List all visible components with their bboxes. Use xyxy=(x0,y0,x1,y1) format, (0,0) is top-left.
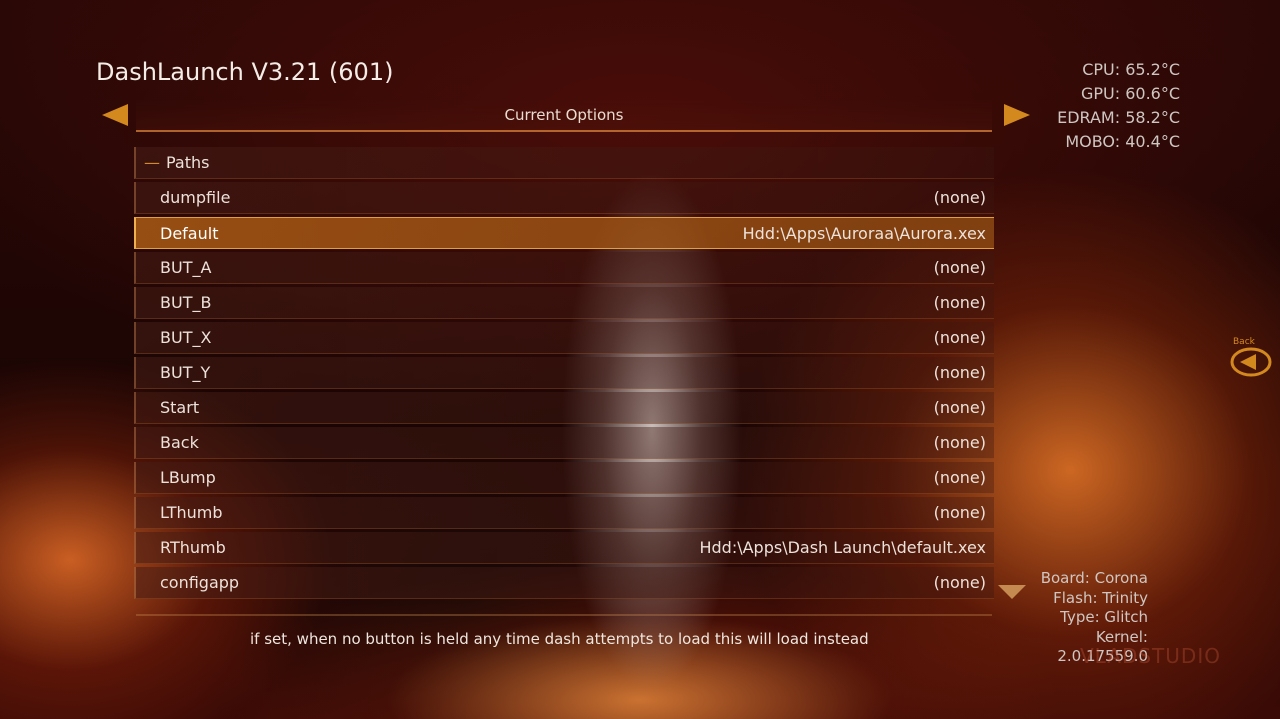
option-label: Default xyxy=(160,223,219,243)
option-row-configapp[interactable]: configapp (none) xyxy=(134,567,994,599)
vladstudio-watermark: VLADSTUDIO xyxy=(1080,644,1221,668)
option-value: Hdd:\Apps\Dash Launch\default.xex xyxy=(699,538,986,557)
list-divider xyxy=(136,614,992,616)
option-label: LThumb xyxy=(160,503,223,522)
option-value: (none) xyxy=(933,503,986,522)
option-row-but-a[interactable]: BUT_A (none) xyxy=(134,252,994,284)
option-value: (none) xyxy=(933,398,986,417)
cpu-temp: CPU: 65.2°C xyxy=(1082,60,1180,79)
option-label: configapp xyxy=(160,573,240,592)
collapse-icon: — xyxy=(144,153,160,172)
section-header-paths[interactable]: — Paths xyxy=(134,147,994,179)
option-label: BUT_Y xyxy=(160,363,211,382)
board-info: Board: Corona xyxy=(1040,569,1148,587)
option-row-start[interactable]: Start (none) xyxy=(134,392,994,424)
option-row-lthumb[interactable]: LThumb (none) xyxy=(134,497,994,529)
option-label: RThumb xyxy=(160,538,226,557)
option-row-but-y[interactable]: BUT_Y (none) xyxy=(134,357,994,389)
option-value: (none) xyxy=(933,433,986,452)
app-title: DashLaunch V3.21 (601) xyxy=(96,58,394,86)
option-value: (none) xyxy=(933,328,986,347)
flash-info: Flash: Trinity xyxy=(1053,588,1148,607)
option-label: BUT_A xyxy=(160,258,212,277)
edram-temp: EDRAM: 58.2°C xyxy=(1057,108,1180,127)
option-row-but-b[interactable]: BUT_B (none) xyxy=(134,287,994,319)
option-value: (none) xyxy=(933,468,986,487)
option-value: (none) xyxy=(933,363,986,382)
options-header-title: Current Options xyxy=(504,106,624,124)
back-arrow-icon[interactable] xyxy=(1230,338,1272,378)
option-value: (none) xyxy=(933,573,986,592)
options-list: — Paths dumpfile (none) Default Hdd:\Apps… xyxy=(134,147,994,602)
option-value: (none) xyxy=(933,258,986,277)
option-row-lbump[interactable]: LBump (none) xyxy=(134,462,994,494)
option-row-default[interactable]: Default Hdd:\Apps\Auroraa\Aurora.xex xyxy=(134,217,994,249)
type-info: Type: Glitch xyxy=(1060,608,1148,626)
option-label: Back xyxy=(160,433,199,452)
option-description: if set, when no button is held any time … xyxy=(250,630,869,648)
option-row-rthumb[interactable]: RThumb Hdd:\Apps\Dash Launch\default.xex xyxy=(134,532,994,564)
gpu-temp: GPU: 60.6°C xyxy=(1080,84,1180,103)
option-value: (none) xyxy=(933,293,986,312)
option-row-back[interactable]: Back (none) xyxy=(134,427,994,459)
options-header: Current Options xyxy=(136,100,992,132)
mobo-temp: MOBO: 40.4°C xyxy=(1065,132,1180,151)
option-label: Start xyxy=(160,398,200,417)
page-right-arrow-icon[interactable] xyxy=(1004,104,1030,126)
page-left-arrow-icon[interactable] xyxy=(102,104,128,126)
option-row-but-x[interactable]: BUT_X (none) xyxy=(134,322,994,354)
option-label: LBump xyxy=(160,468,216,487)
option-label: dumpfile xyxy=(160,188,231,207)
option-label: BUT_B xyxy=(160,293,212,312)
option-row-dumpfile[interactable]: dumpfile (none) xyxy=(134,182,994,214)
temperature-readout: CPU: 65.2°C GPU: 60.6°C EDRAM: 58.2°C MO… xyxy=(1057,58,1180,154)
option-label: BUT_X xyxy=(160,328,212,347)
option-value: (none) xyxy=(933,188,986,207)
section-label: Paths xyxy=(166,153,210,172)
option-value: Hdd:\Apps\Auroraa\Aurora.xex xyxy=(742,223,986,243)
scroll-down-arrow-icon[interactable] xyxy=(998,585,1026,599)
